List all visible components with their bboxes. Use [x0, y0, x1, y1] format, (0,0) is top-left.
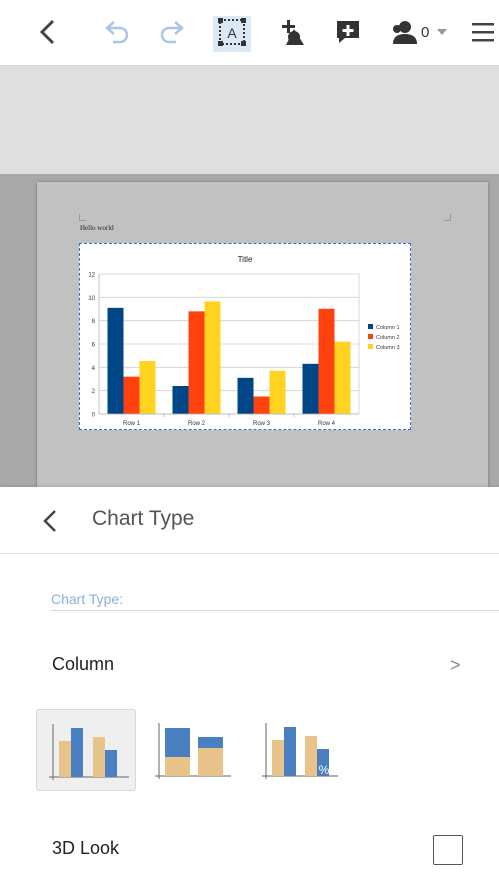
- chart-bar: [237, 377, 254, 414]
- column-percent-stacked-variant[interactable]: %: [258, 709, 358, 791]
- chart-bar: [107, 307, 124, 414]
- chart-bar: [302, 363, 319, 414]
- panel-header: [0, 487, 499, 554]
- panel-title: Chart Type: [92, 507, 195, 530]
- chart-y-tick-label: 0: [92, 413, 96, 419]
- chart-bar: [318, 308, 335, 414]
- users-count: 0: [421, 24, 430, 41]
- column-stacked-thumbnail: [155, 723, 231, 779]
- svg-text:A: A: [227, 25, 237, 41]
- 3d-look-checkbox[interactable]: [433, 835, 463, 865]
- chart-x-tick-label: Row 1: [123, 421, 141, 427]
- chart-legend-swatch: [368, 344, 373, 349]
- chart-legend-label: Column 2: [376, 335, 400, 341]
- chart-legend-label: Column 3: [376, 345, 400, 351]
- chart-bar: [123, 376, 140, 414]
- chart-bar: [139, 361, 156, 414]
- panel-back-icon[interactable]: [38, 506, 62, 536]
- chart-x-tick-label: Row 4: [318, 421, 336, 427]
- document-text: Hello world: [80, 224, 114, 232]
- text-box-icon[interactable]: A: [214, 14, 250, 50]
- chart-bar: [269, 370, 286, 414]
- chart-bar: [188, 311, 205, 414]
- undo-icon[interactable]: [98, 14, 134, 50]
- chart-y-tick-label: 6: [92, 343, 96, 349]
- chart-bar: [204, 301, 221, 414]
- chart-y-tick-label: 2: [92, 389, 96, 395]
- chart-object[interactable]: Title 0 2 4 6 8 10 12 Row 1 Row 2 Row 3 Row 4 Column…: [79, 243, 411, 430]
- crop-mark-right: [444, 214, 451, 221]
- users-icon[interactable]: [385, 14, 421, 50]
- chart-legend-label: Column 1: [376, 325, 400, 331]
- column-normal-variant[interactable]: [36, 709, 136, 791]
- chart-svg: Title 0 2 4 6 8 10 12 Row 1 Row 2 Row 3 Row 4 Column…: [88, 255, 400, 427]
- chart-y-tick-label: 12: [88, 273, 95, 279]
- chart-legend-swatch: [368, 324, 373, 329]
- chart-bar: [334, 341, 351, 414]
- chart-y-tick-label: 4: [92, 366, 96, 372]
- add-comment-icon[interactable]: [330, 14, 366, 50]
- redo-icon[interactable]: [155, 14, 191, 50]
- column-stacked-variant[interactable]: [149, 709, 249, 791]
- 3d-look-label: 3D Look: [52, 838, 120, 858]
- back-icon[interactable]: [30, 14, 66, 50]
- chevron-down-icon[interactable]: [433, 14, 451, 50]
- toolbar: A 0: [0, 0, 499, 66]
- chart-type-value: Column: [52, 654, 115, 674]
- chart-y-tick-label: 8: [92, 319, 96, 325]
- chart-bar: [172, 386, 189, 414]
- chart-title: Title: [238, 255, 253, 264]
- chart-type-section-label: Chart Type:: [51, 591, 124, 607]
- section-divider: [51, 610, 499, 611]
- chart-bar: [253, 396, 270, 414]
- chart-x-tick-label: Row 2: [188, 421, 206, 427]
- insert-shape-icon[interactable]: [272, 14, 308, 50]
- crop-mark-left: [79, 214, 86, 221]
- percent-badge: %: [319, 763, 330, 777]
- column-normal-thumbnail: [49, 724, 129, 780]
- chart-legend-swatch: [368, 334, 373, 339]
- chart-type-arrow[interactable]: >: [450, 655, 461, 676]
- hamburger-menu-icon[interactable]: [465, 14, 499, 50]
- chart-x-tick-label: Row 3: [253, 421, 271, 427]
- column-percent-thumbnail: %: [262, 723, 338, 779]
- chart-y-tick-label: 10: [88, 296, 95, 302]
